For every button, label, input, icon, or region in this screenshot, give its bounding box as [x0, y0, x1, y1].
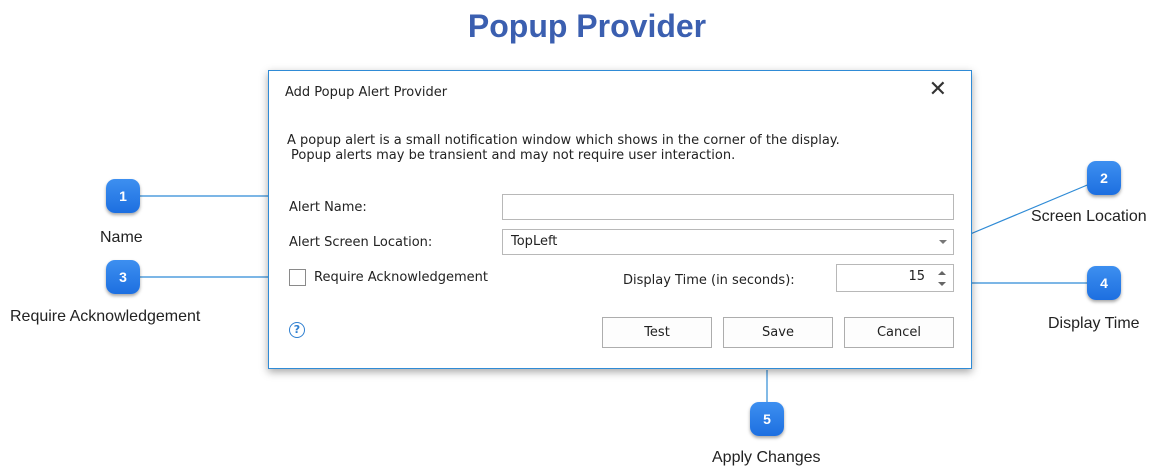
add-popup-alert-dialog: Add Popup Alert Provider ✕ A popup alert…: [268, 70, 972, 369]
alert-name-input[interactable]: [502, 194, 954, 220]
spin-down-icon[interactable]: [938, 282, 946, 286]
test-button[interactable]: Test: [602, 317, 712, 348]
alert-name-label: Alert Name:: [289, 200, 367, 215]
description-line-2: Popup alerts may be transient and may no…: [291, 148, 736, 163]
chevron-down-icon: [939, 240, 947, 244]
callout-marker-5: 5: [750, 402, 784, 436]
callout-caption-name: Name: [100, 229, 143, 246]
dialog-description: A popup alert is a small notification wi…: [287, 133, 967, 163]
spin-up-icon[interactable]: [938, 271, 946, 275]
callout-caption-display-time: Display Time: [1048, 315, 1140, 332]
callout-marker-1: 1: [106, 179, 140, 213]
callout-marker-4: 4: [1087, 266, 1121, 300]
display-time-stepper[interactable]: 15: [836, 264, 954, 292]
callout-caption-require-ack: Require Acknowledgement: [10, 308, 201, 325]
description-line-1: A popup alert is a small notification wi…: [287, 133, 840, 148]
help-icon[interactable]: ?: [289, 322, 305, 338]
callout-caption-apply-changes: Apply Changes: [712, 449, 821, 466]
display-time-value: 15: [908, 269, 925, 284]
page-title: Popup Provider: [467, 8, 707, 44]
dialog-title: Add Popup Alert Provider: [285, 85, 448, 100]
cancel-button[interactable]: Cancel: [844, 317, 954, 348]
screen-location-label: Alert Screen Location:: [289, 235, 433, 250]
require-ack-label: Require Acknowledgement: [314, 270, 489, 285]
close-icon[interactable]: ✕: [929, 79, 947, 101]
require-ack-checkbox[interactable]: [289, 269, 306, 286]
save-button[interactable]: Save: [723, 317, 833, 348]
display-time-label: Display Time (in seconds):: [623, 273, 795, 288]
callout-marker-3: 3: [106, 260, 140, 294]
screen-location-select[interactable]: TopLeft: [502, 229, 954, 255]
callout-marker-2: 2: [1087, 161, 1121, 195]
screen-location-value: TopLeft: [511, 234, 558, 249]
callout-caption-screen-location: Screen Location: [1031, 208, 1147, 225]
